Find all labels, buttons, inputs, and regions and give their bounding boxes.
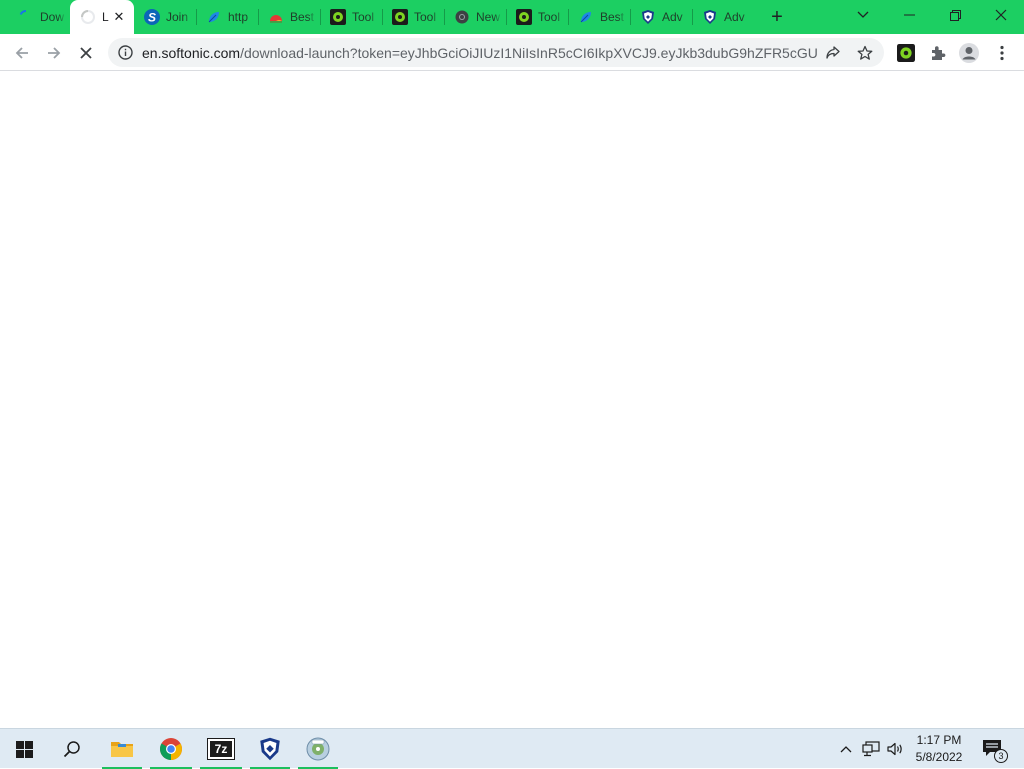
loading-spinner-icon: [80, 9, 96, 25]
tab-title: Tool: [538, 10, 561, 24]
windows-taskbar: 7z 1:17 PM 5/8/2022 3: [0, 728, 1024, 769]
tab-title: http: [228, 10, 249, 24]
notification-icon: 3: [980, 737, 1008, 763]
tab-title: Dow: [40, 10, 65, 24]
share-icon[interactable]: [824, 44, 842, 62]
close-window-button[interactable]: [978, 0, 1024, 30]
forward-button[interactable]: [40, 39, 68, 67]
green-gear-icon: [392, 9, 408, 25]
tab-list: Dow L ✕ S Join http Best Tool Tool New T…: [8, 0, 754, 34]
tab-4[interactable]: http: [196, 0, 258, 34]
tab-12[interactable]: Adv: [692, 0, 754, 34]
disk-app-icon: [306, 737, 330, 761]
minimize-button[interactable]: [886, 0, 932, 30]
tab-8[interactable]: New: [444, 0, 506, 34]
shield-app-icon: [260, 737, 280, 761]
restore-button[interactable]: [932, 0, 978, 30]
tab-title: Tool: [414, 10, 437, 24]
back-button[interactable]: [8, 39, 36, 67]
search-icon: [63, 741, 80, 758]
action-center-button[interactable]: 3: [978, 729, 1008, 769]
tab-title: Adv: [662, 10, 683, 24]
blue-leaf-icon: [578, 9, 594, 25]
shield-icon: [640, 9, 656, 25]
tab-1[interactable]: Dow: [8, 0, 70, 34]
tab-11[interactable]: Adv: [630, 0, 692, 34]
stop-loading-button[interactable]: [72, 39, 100, 67]
tab-7[interactable]: Tool: [382, 0, 444, 34]
url-path: /download-launch?token=eyJhbGciOiJIUzI1N…: [240, 45, 817, 61]
clock-date: 5/8/2022: [915, 750, 963, 764]
softonic-s-icon: S: [144, 9, 160, 25]
url-text[interactable]: en.softonic.com/download-launch?token=ey…: [142, 45, 817, 61]
taskbar-shield-app[interactable]: [248, 729, 292, 769]
extension-green-gear-icon[interactable]: [895, 42, 917, 64]
windows-logo-icon: [15, 740, 33, 758]
site-info-icon[interactable]: [118, 45, 133, 60]
tab-6[interactable]: Tool: [320, 0, 382, 34]
loading-spinner-icon: [18, 9, 34, 25]
system-clock[interactable]: 1:17 PM 5/8/2022: [906, 732, 972, 766]
url-host: en.softonic.com: [142, 45, 241, 61]
taskbar-file-explorer[interactable]: [100, 729, 144, 769]
tab-3[interactable]: S Join: [134, 0, 196, 34]
shield-icon: [702, 9, 718, 25]
blue-leaf-icon: [206, 9, 222, 25]
chart-icon: [268, 9, 284, 25]
profile-avatar-icon[interactable]: [958, 42, 980, 64]
chrome-icon: [160, 738, 182, 760]
tab-search-dropdown-icon[interactable]: [840, 0, 886, 30]
svg-text:S: S: [148, 11, 156, 25]
close-tab-icon[interactable]: ✕: [112, 10, 126, 24]
tab-title: Tool: [352, 10, 375, 24]
browser-toolbar: en.softonic.com/download-launch?token=ey…: [0, 34, 1024, 71]
start-button[interactable]: [0, 729, 48, 769]
green-gear-icon: [516, 9, 532, 25]
7zip-icon: 7z: [207, 738, 235, 760]
taskbar-disk-app[interactable]: [296, 729, 340, 769]
tab-title: Join: [166, 10, 189, 24]
taskbar-chrome[interactable]: [148, 729, 194, 769]
show-hidden-icons-chevron-icon[interactable]: [836, 729, 856, 769]
tab-10[interactable]: Best: [568, 0, 630, 34]
tab-title: Best: [290, 10, 315, 24]
tab-strip: Dow L ✕ S Join http Best Tool Tool New T…: [0, 0, 1024, 34]
extensions-puzzle-icon[interactable]: [927, 42, 949, 64]
browser-menu-kebab-icon[interactable]: [991, 42, 1013, 64]
page-content: [0, 71, 1024, 728]
address-bar[interactable]: en.softonic.com/download-launch?token=ey…: [108, 38, 884, 67]
folder-icon: [111, 742, 133, 757]
clock-time: 1:17 PM: [916, 733, 962, 747]
tab-5[interactable]: Best: [258, 0, 320, 34]
new-tab-button[interactable]: +: [766, 7, 788, 29]
tab-9[interactable]: Tool: [506, 0, 568, 34]
bookmark-star-icon[interactable]: [856, 44, 874, 62]
tab-title: Best: [600, 10, 625, 24]
notification-count-badge: 3: [994, 749, 1008, 763]
tab-title: New: [476, 10, 501, 24]
tab-2-active[interactable]: L ✕: [70, 0, 134, 34]
green-gear-icon: [330, 9, 346, 25]
search-button[interactable]: [48, 729, 96, 769]
tab-title: Adv: [724, 10, 745, 24]
volume-icon[interactable]: [884, 729, 906, 769]
chrome-gray-icon: [454, 9, 470, 25]
taskbar-7zip[interactable]: 7z: [198, 729, 244, 769]
network-icon[interactable]: [860, 729, 882, 769]
